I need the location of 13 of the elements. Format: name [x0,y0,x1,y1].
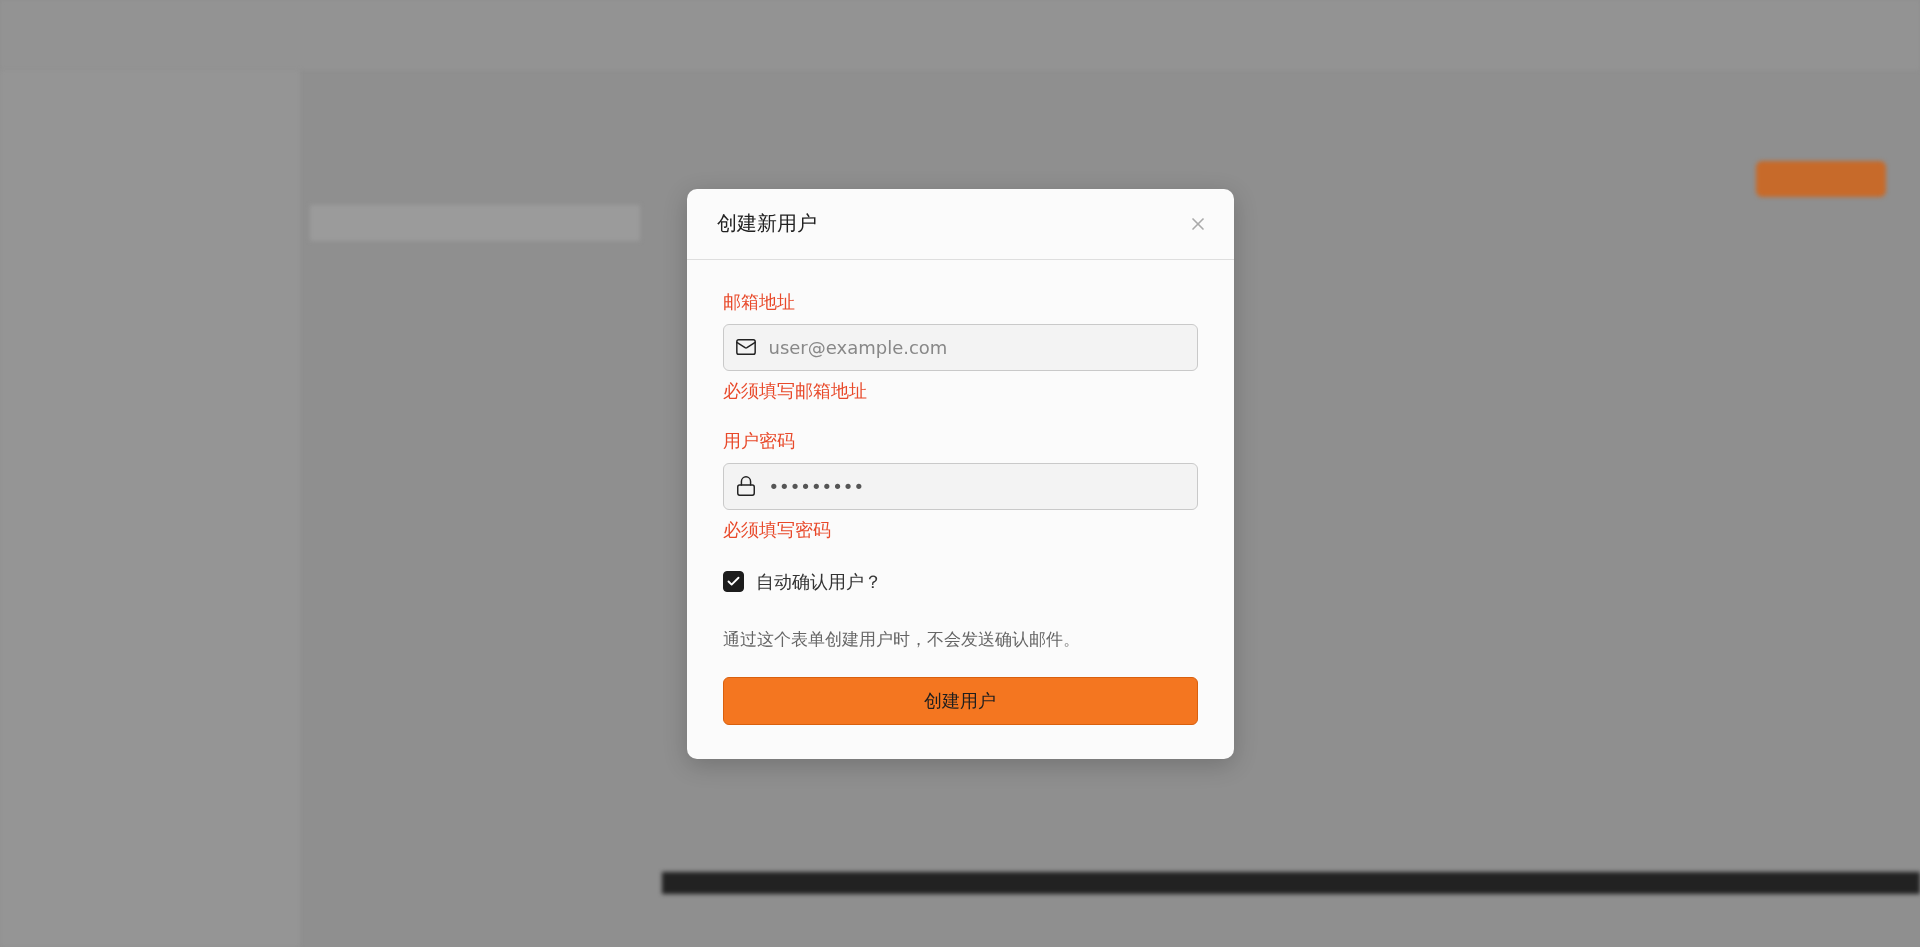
auto-confirm-checkbox[interactable] [722,571,744,592]
lock-icon [734,474,757,497]
password-field[interactable]: ••••••••• [722,462,1198,510]
field-label: 邮箱地址 [722,289,796,314]
email-field[interactable]: user@example.com [722,323,1198,371]
error-message: 必须填写邮箱地址 [722,378,868,403]
dialog-title: 创建新用户 [716,210,817,237]
info-note: 通过这个表单创建用户时，不会发送确认邮件。 [722,627,1081,651]
checkbox-label: 自动确认用户？ [755,569,882,594]
create-user-button[interactable]: 创建用户 [722,676,1198,725]
error-message: 必须填写密码 [722,517,832,542]
field-label: 用户密码 [722,428,796,453]
check-icon [725,574,741,589]
